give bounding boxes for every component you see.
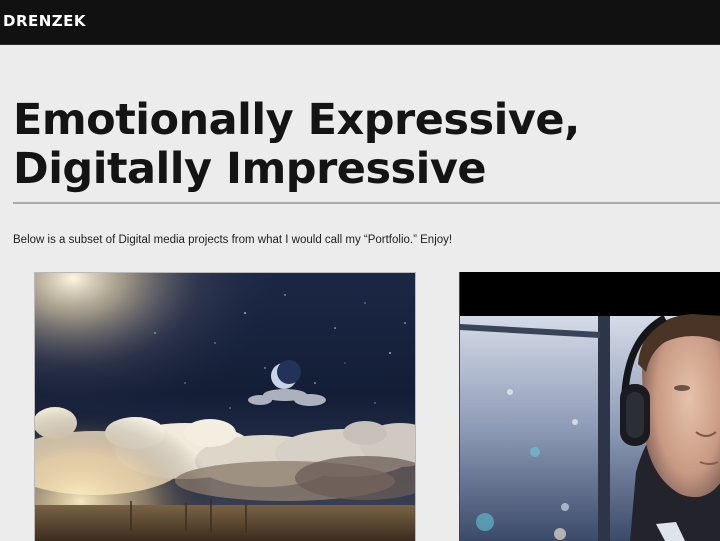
- page-title: Emotionally Expressive, Digitally Impres…: [13, 96, 580, 194]
- portfolio-item-headphones-portrait[interactable]: [459, 272, 720, 541]
- portfolio-item-moon-clouds[interactable]: [34, 272, 416, 541]
- intro-text: Below is a subset of Digital media proje…: [13, 234, 453, 246]
- headphones-portrait-image: [460, 272, 720, 541]
- top-navigation-bar: DRENZEK: [0, 0, 720, 45]
- moon-clouds-image: [35, 273, 415, 541]
- brand-logo-link[interactable]: DRENZEK: [3, 12, 86, 30]
- page-title-line-2: Digitally Impressive: [13, 144, 487, 194]
- page-title-line-1: Emotionally Expressive,: [13, 95, 580, 145]
- section-divider: [13, 202, 720, 204]
